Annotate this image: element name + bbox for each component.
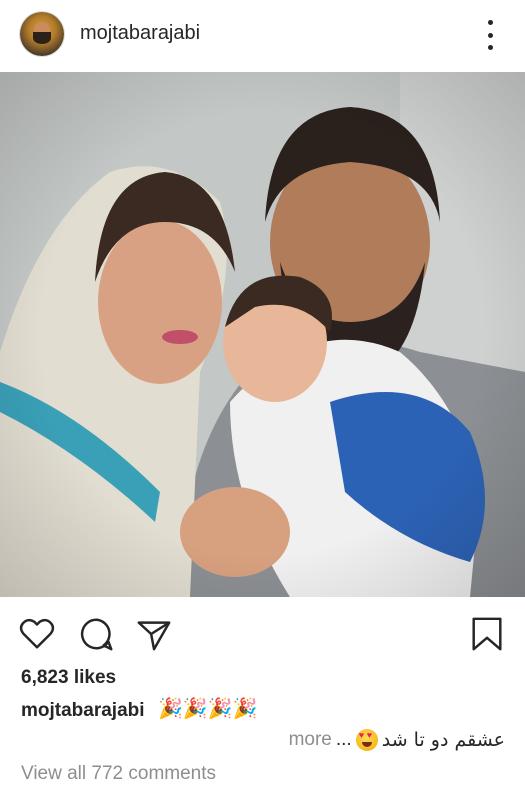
likes-count[interactable]: 6,823 likes: [21, 667, 116, 689]
avatar[interactable]: [20, 12, 64, 56]
dot: [487, 20, 493, 25]
post-username[interactable]: mojtabarajabi: [80, 22, 200, 45]
post-actions: [0, 605, 525, 655]
post-photo[interactable]: [0, 72, 525, 597]
bookmark-icon[interactable]: [468, 615, 506, 653]
caption-ellipsis: ...: [335, 729, 352, 750]
caption-emojis: 🎉🎉🎉🎉: [158, 696, 258, 720]
avatar-beard: [33, 32, 51, 44]
heart-eyes-emoji-icon: [355, 729, 378, 751]
caption-username[interactable]: mojtabarajabi: [21, 700, 145, 722]
speech-bubble-icon[interactable]: [78, 615, 116, 653]
paper-plane-icon[interactable]: [135, 615, 173, 653]
heart-outline-icon[interactable]: [18, 615, 56, 653]
post-photo-illustration: [0, 72, 525, 597]
post-header: mojtabarajabi: [0, 0, 525, 70]
view-all-comments-link[interactable]: View all 772 comments: [21, 763, 216, 785]
caption-text: عشقم دو تا شد: [381, 729, 505, 751]
dot: [487, 32, 493, 38]
dot: [487, 45, 493, 50]
caption-line: more ... عشقم دو تا شد: [289, 726, 505, 754]
caption-more-link[interactable]: more: [289, 729, 332, 751]
more-options-icon[interactable]: [478, 20, 502, 50]
